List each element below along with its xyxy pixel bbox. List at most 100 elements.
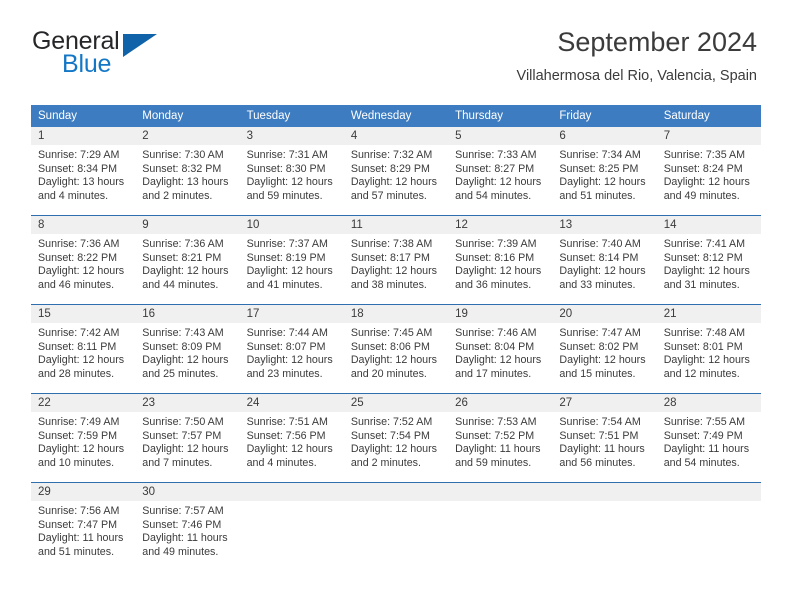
sunset-text: Sunset: 8:16 PM: [455, 251, 535, 264]
daylight-text-line1: Daylight: 13 hours: [38, 176, 125, 189]
sunset-text: Sunset: 8:04 PM: [455, 340, 535, 353]
day-cell[interactable]: 29 Sunrise: 7:56 AM Sunset: 7:47 PM Dayl…: [31, 482, 136, 578]
daylight-text-line2: and 57 minutes.: [350, 189, 427, 202]
day-cell[interactable]: 4 Sunrise: 7:32 AM Sunset: 8:29 PM Dayli…: [343, 127, 449, 216]
weekday-header-friday: Friday: [552, 105, 657, 127]
day-cell[interactable]: 28 Sunrise: 7:55 AM Sunset: 7:49 PM Dayl…: [656, 393, 761, 483]
day-number: 15: [31, 305, 136, 323]
day-cell[interactable]: 18 Sunrise: 7:45 AM Sunset: 8:06 PM Dayl…: [343, 304, 449, 394]
day-cell[interactable]: 26 Sunrise: 7:53 AM Sunset: 7:52 PM Dayl…: [448, 393, 553, 483]
sunrise-text: Sunrise: 7:38 AM: [350, 238, 433, 250]
day-cell[interactable]: 5 Sunrise: 7:33 AM Sunset: 8:27 PM Dayli…: [448, 127, 553, 216]
day-number: 9: [135, 216, 240, 234]
day-cell[interactable]: 21 Sunrise: 7:48 AM Sunset: 8:01 PM Dayl…: [656, 304, 761, 394]
sunrise-text: Sunrise: 7:37 AM: [246, 238, 328, 250]
day-cell[interactable]: 7 Sunrise: 7:35 AM Sunset: 8:24 PM Dayli…: [656, 127, 761, 216]
general-blue-logo[interactable]: General Blue: [32, 28, 212, 80]
day-cell[interactable]: 1 Sunrise: 7:29 AM Sunset: 8:34 PM Dayli…: [31, 127, 136, 216]
page-header: General Blue September 2024 Villahermosa…: [0, 0, 792, 84]
daylight-text-line2: and 54 minutes.: [455, 189, 532, 202]
sunrise-text: Sunrise: 7:32 AM: [350, 149, 433, 161]
daylight-text-line2: and 20 minutes.: [350, 367, 427, 380]
daylight-text-line1: Daylight: 11 hours: [142, 532, 228, 545]
sunrise-text: Sunrise: 7:51 AM: [246, 416, 328, 428]
daylight-text-line1: Daylight: 12 hours: [38, 443, 125, 456]
day-cell[interactable]: 9 Sunrise: 7:36 AM Sunset: 8:21 PM Dayli…: [135, 215, 240, 305]
day-details: Sunrise: 7:41 AM Sunset: 8:12 PM Dayligh…: [657, 234, 761, 292]
day-cell[interactable]: 14 Sunrise: 7:41 AM Sunset: 8:12 PM Dayl…: [656, 215, 761, 305]
day-cell[interactable]: 8 Sunrise: 7:36 AM Sunset: 8:22 PM Dayli…: [31, 215, 136, 305]
day-cell[interactable]: 10 Sunrise: 7:37 AM Sunset: 8:19 PM Dayl…: [239, 215, 344, 305]
day-details: Sunrise: 7:35 AM Sunset: 8:24 PM Dayligh…: [657, 145, 761, 203]
day-number: 2: [135, 127, 240, 145]
day-number: 10: [239, 216, 344, 234]
daylight-text-line1: Daylight: 12 hours: [455, 176, 542, 189]
day-number: 3: [239, 127, 344, 145]
daylight-text-line2: and 41 minutes.: [246, 278, 323, 291]
day-details: Sunrise: 7:51 AM Sunset: 7:56 PM Dayligh…: [240, 412, 344, 470]
day-details: Sunrise: 7:45 AM Sunset: 8:06 PM Dayligh…: [344, 323, 448, 381]
daylight-text-line1: Daylight: 12 hours: [559, 176, 646, 189]
day-cell[interactable]: 27 Sunrise: 7:54 AM Sunset: 7:51 PM Dayl…: [552, 393, 657, 483]
sunrise-text: Sunrise: 7:43 AM: [142, 327, 224, 339]
day-cell[interactable]: 13 Sunrise: 7:40 AM Sunset: 8:14 PM Dayl…: [552, 215, 657, 305]
daylight-text-line2: and 51 minutes.: [38, 545, 115, 558]
daylight-text-line1: Daylight: 12 hours: [246, 443, 333, 456]
day-cell[interactable]: 2 Sunrise: 7:30 AM Sunset: 8:32 PM Dayli…: [135, 127, 240, 216]
day-cell[interactable]: 6 Sunrise: 7:34 AM Sunset: 8:25 PM Dayli…: [552, 127, 657, 216]
day-cell[interactable]: 20 Sunrise: 7:47 AM Sunset: 8:02 PM Dayl…: [552, 304, 657, 394]
sunset-text: Sunset: 8:24 PM: [663, 162, 743, 175]
sunset-text: Sunset: 8:17 PM: [350, 251, 430, 264]
triangle-icon: [123, 34, 157, 57]
day-cell[interactable]: 19 Sunrise: 7:46 AM Sunset: 8:04 PM Dayl…: [448, 304, 553, 394]
day-number: 5: [448, 127, 553, 145]
sunset-text: Sunset: 7:57 PM: [142, 429, 222, 442]
sunset-text: Sunset: 8:07 PM: [246, 340, 326, 353]
sunset-text: Sunset: 8:12 PM: [663, 251, 743, 264]
daylight-text-line2: and 59 minutes.: [246, 189, 323, 202]
day-number: 25: [343, 394, 449, 412]
day-cell[interactable]: 3 Sunrise: 7:31 AM Sunset: 8:30 PM Dayli…: [239, 127, 344, 216]
page-title: September 2024: [557, 27, 757, 57]
day-cell[interactable]: 22 Sunrise: 7:49 AM Sunset: 7:59 PM Dayl…: [31, 393, 136, 483]
sunrise-text: Sunrise: 7:29 AM: [38, 149, 120, 161]
title-block: September 2024 Villahermosa del Rio, Val…: [517, 26, 757, 86]
day-cell-empty: [552, 482, 657, 578]
sunset-text: Sunset: 8:09 PM: [142, 340, 222, 353]
week-row: 1 Sunrise: 7:29 AM Sunset: 8:34 PM Dayli…: [31, 127, 761, 216]
weekday-header-wednesday: Wednesday: [343, 105, 449, 127]
daylight-text-line1: Daylight: 12 hours: [455, 354, 542, 367]
day-details: Sunrise: 7:44 AM Sunset: 8:07 PM Dayligh…: [240, 323, 344, 381]
week-row: 29 Sunrise: 7:56 AM Sunset: 7:47 PM Dayl…: [31, 482, 761, 578]
day-cell[interactable]: 15 Sunrise: 7:42 AM Sunset: 8:11 PM Dayl…: [31, 304, 136, 394]
daylight-text-line1: Daylight: 12 hours: [246, 176, 333, 189]
day-cell[interactable]: 12 Sunrise: 7:39 AM Sunset: 8:16 PM Dayl…: [448, 215, 553, 305]
sunset-text: Sunset: 8:22 PM: [38, 251, 118, 264]
daylight-text-line2: and 12 minutes.: [663, 367, 740, 380]
sunrise-text: Sunrise: 7:56 AM: [38, 505, 120, 517]
daylight-text-line1: Daylight: 12 hours: [246, 354, 333, 367]
sunrise-text: Sunrise: 7:50 AM: [142, 416, 224, 428]
sunset-text: Sunset: 8:02 PM: [559, 340, 639, 353]
daylight-text-line2: and 31 minutes.: [663, 278, 740, 291]
day-cell[interactable]: 23 Sunrise: 7:50 AM Sunset: 7:57 PM Dayl…: [135, 393, 240, 483]
day-cell[interactable]: 11 Sunrise: 7:38 AM Sunset: 8:17 PM Dayl…: [343, 215, 449, 305]
day-cell[interactable]: 17 Sunrise: 7:44 AM Sunset: 8:07 PM Dayl…: [239, 304, 344, 394]
sunset-text: Sunset: 7:51 PM: [559, 429, 639, 442]
daylight-text-line2: and 51 minutes.: [559, 189, 636, 202]
daylight-text-line2: and 15 minutes.: [559, 367, 636, 380]
daylight-text-line2: and 56 minutes.: [559, 456, 636, 469]
sunrise-text: Sunrise: 7:44 AM: [246, 327, 328, 339]
weekday-header-tuesday: Tuesday: [239, 105, 344, 127]
day-cell[interactable]: 24 Sunrise: 7:51 AM Sunset: 7:56 PM Dayl…: [239, 393, 344, 483]
day-cell[interactable]: 16 Sunrise: 7:43 AM Sunset: 8:09 PM Dayl…: [135, 304, 240, 394]
day-cell[interactable]: 25 Sunrise: 7:52 AM Sunset: 7:54 PM Dayl…: [343, 393, 449, 483]
weekday-header-saturday: Saturday: [656, 105, 761, 127]
day-details: Sunrise: 7:34 AM Sunset: 8:25 PM Dayligh…: [552, 145, 656, 203]
day-details: Sunrise: 7:43 AM Sunset: 8:09 PM Dayligh…: [135, 323, 239, 381]
day-cell[interactable]: 30 Sunrise: 7:57 AM Sunset: 7:46 PM Dayl…: [135, 482, 240, 578]
day-details: Sunrise: 7:29 AM Sunset: 8:34 PM Dayligh…: [31, 145, 135, 203]
day-cell-empty: [239, 482, 344, 578]
day-number: 11: [343, 216, 449, 234]
daylight-text-line1: Daylight: 12 hours: [559, 354, 646, 367]
